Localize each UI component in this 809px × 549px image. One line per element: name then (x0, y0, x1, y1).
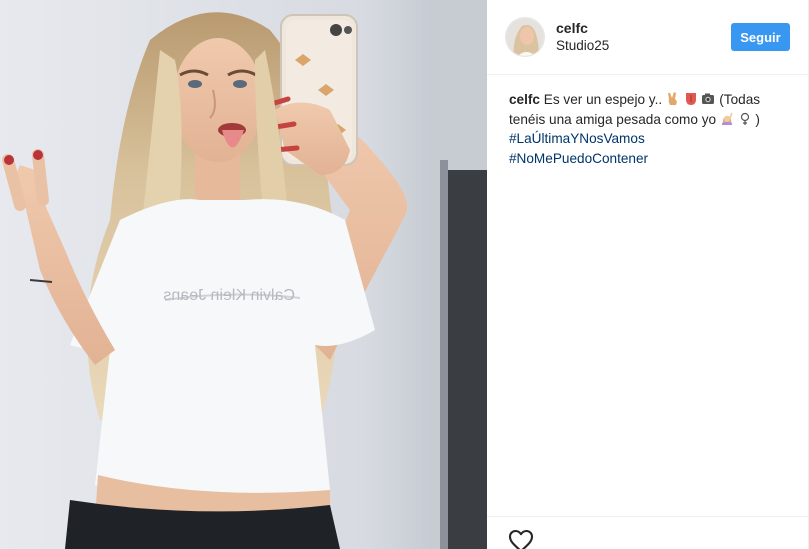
woman-raising-hand-icon (721, 112, 733, 125)
mirror-selfie-image: Calvin Klein Jeans (0, 0, 487, 549)
post-header: celfc Studio25 Seguir (487, 0, 809, 75)
post-caption: celfc Es ver un espejo y.. (Todas tenéis… (509, 90, 799, 168)
caption-username[interactable]: celfc (509, 92, 540, 107)
caption-text-1: Es ver un espejo y.. (543, 92, 663, 107)
victory-hand-icon (667, 92, 677, 105)
caption-text-3: ) (755, 111, 760, 127)
tongue-icon (685, 93, 696, 105)
instagram-post: Calvin Klein Jeans celfc Studio25 Seguir… (0, 0, 809, 549)
hashtag-laultimaynosvamos[interactable]: #LaÚltimaYNosVamos (509, 129, 645, 149)
heart-icon[interactable] (508, 529, 534, 549)
camera-icon (702, 93, 715, 104)
user-block: celfc Studio25 (556, 20, 609, 54)
header-location[interactable]: Studio25 (556, 37, 609, 54)
post-photo[interactable]: Calvin Klein Jeans (0, 0, 487, 549)
post-actions (487, 516, 809, 549)
follow-button[interactable]: Seguir (731, 23, 790, 51)
hashtag-nomepuedocontener[interactable]: #NoMePuedoContener (509, 149, 648, 169)
female-sign-icon (740, 112, 749, 125)
post-sidebar: celfc Studio25 Seguir celfc Es ver un es… (487, 0, 809, 549)
svg-text:Calvin Klein Jeans: Calvin Klein Jeans (163, 287, 295, 304)
avatar-image (506, 18, 544, 56)
avatar[interactable] (505, 17, 545, 57)
header-username[interactable]: celfc (556, 20, 609, 37)
